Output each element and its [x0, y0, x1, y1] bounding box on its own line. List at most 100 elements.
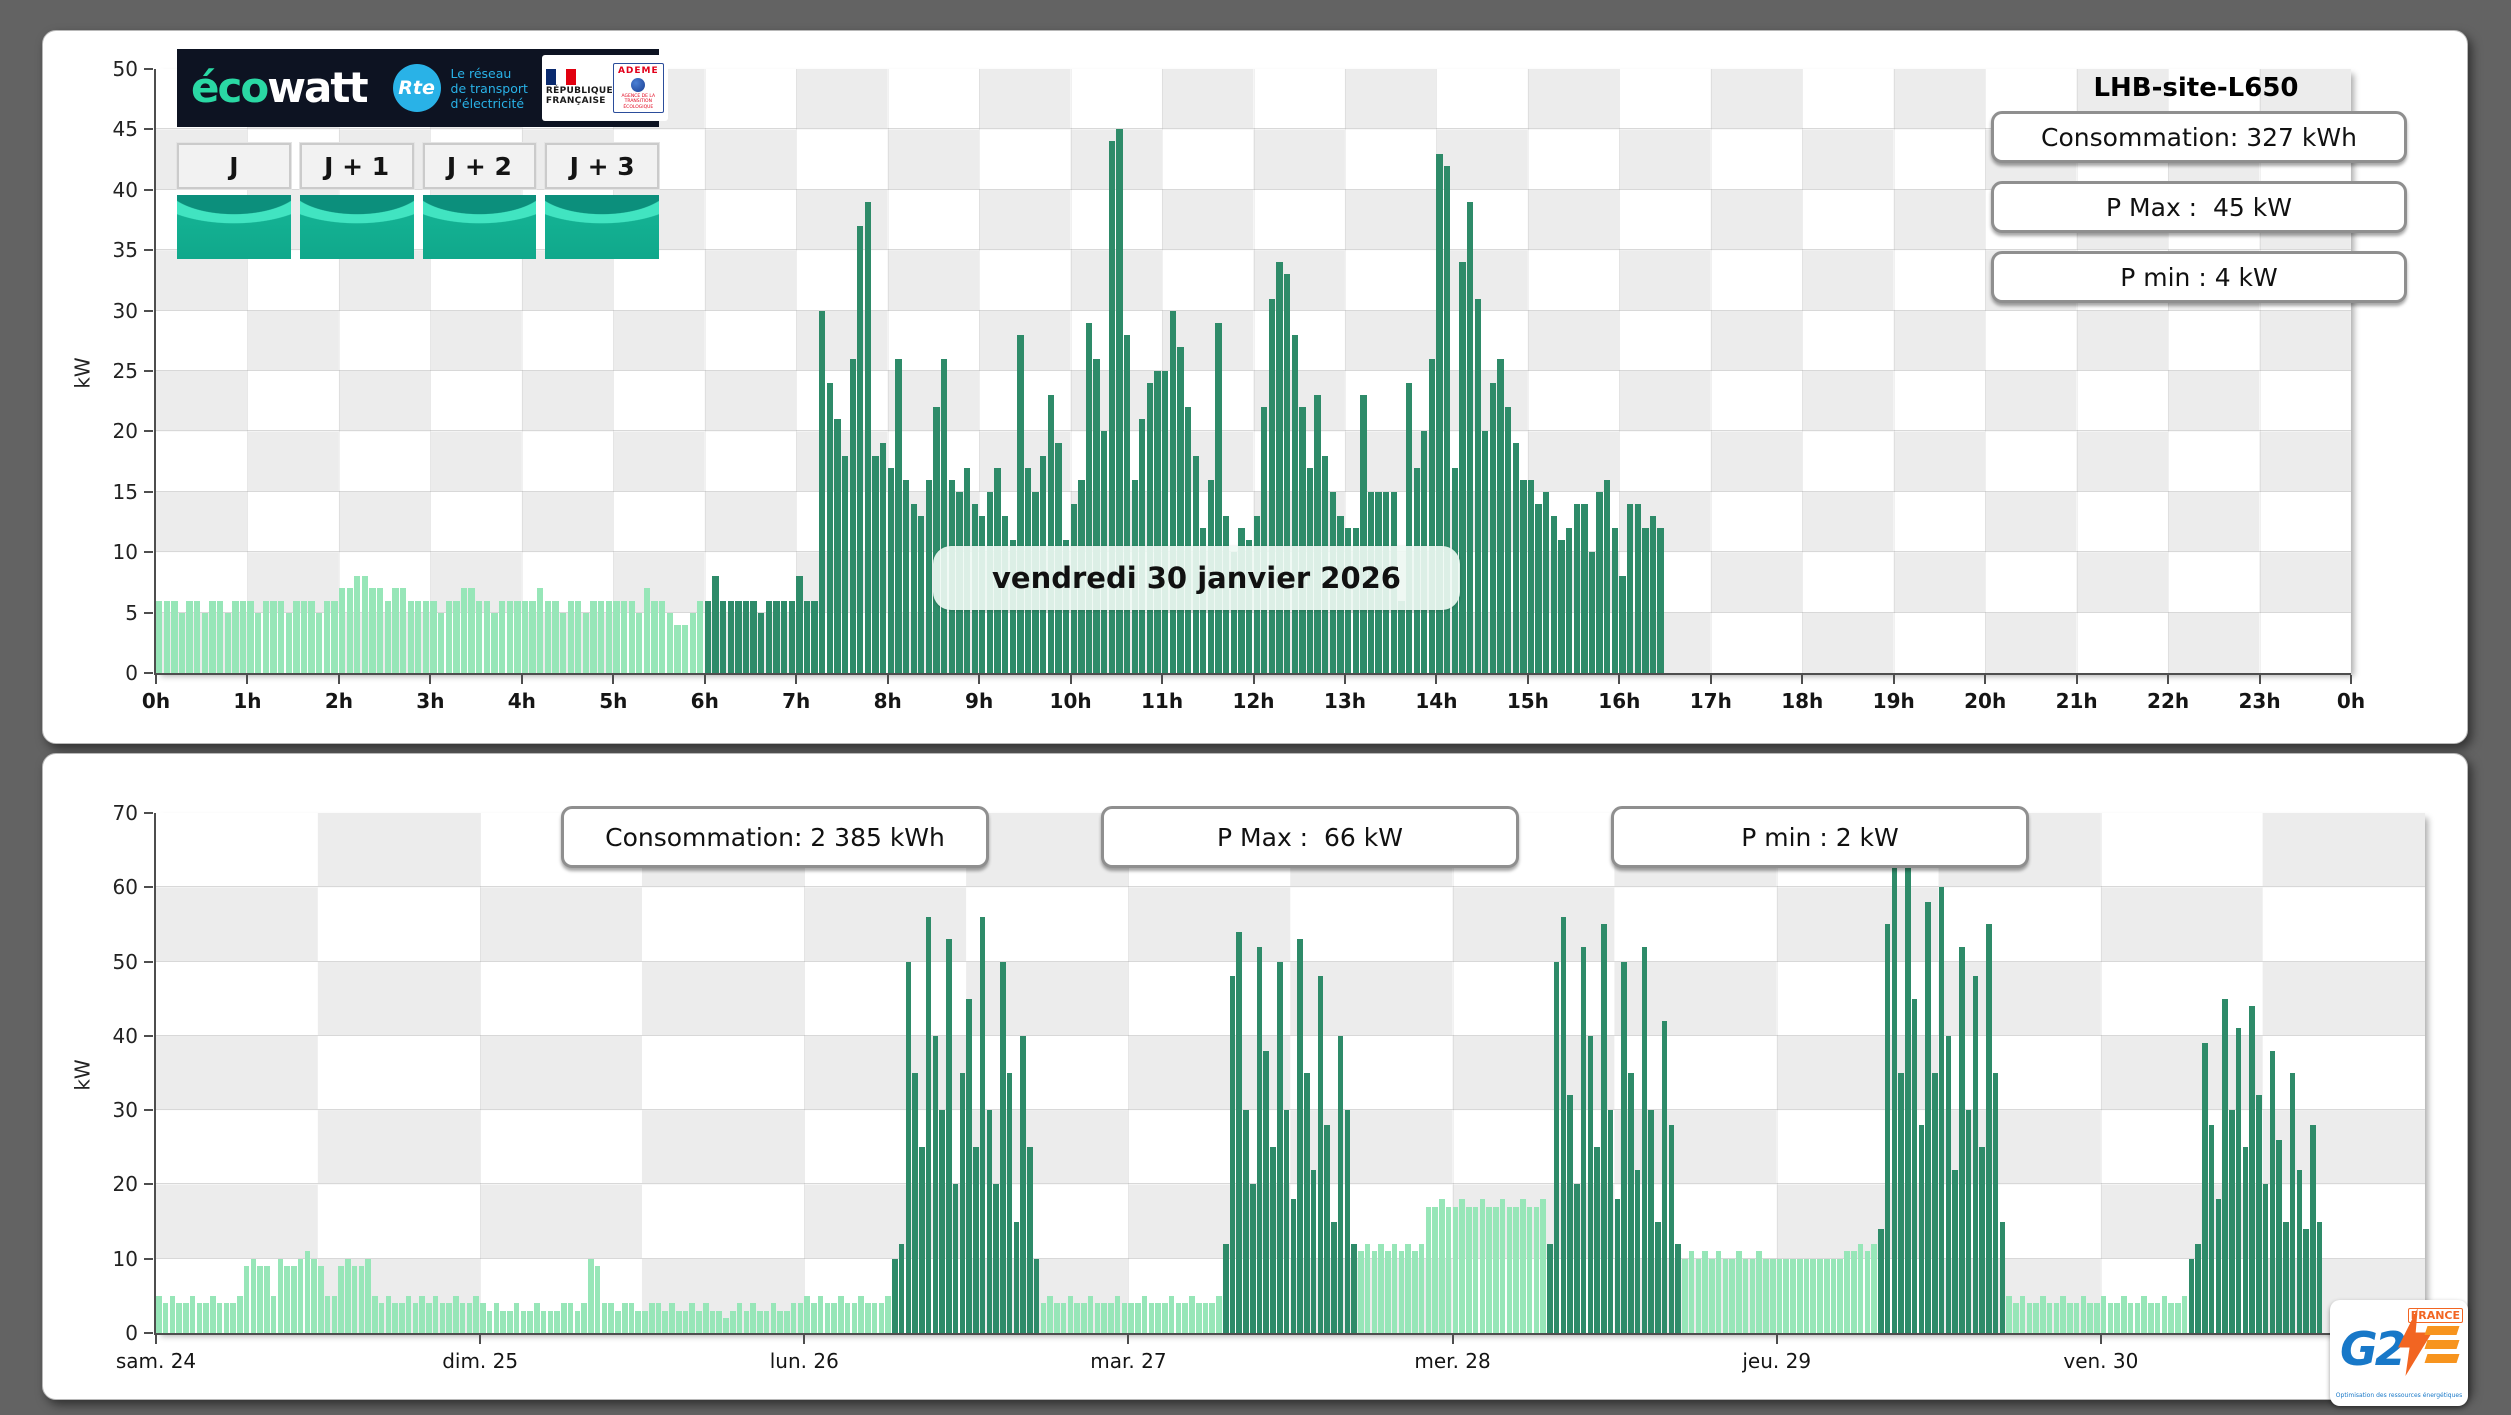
x-tick-label: 16h	[1598, 689, 1641, 713]
bar	[540, 1310, 547, 1333]
bar	[1505, 407, 1512, 673]
bar	[1385, 1251, 1391, 1333]
bar	[1195, 1303, 1202, 1333]
bar	[1169, 310, 1176, 673]
bar	[439, 1303, 446, 1333]
bar	[378, 1303, 385, 1333]
bar	[1905, 842, 1911, 1333]
x-tick	[155, 675, 157, 684]
bar	[2026, 1303, 2033, 1333]
x-tick-label: 1h	[233, 689, 262, 713]
bar	[1249, 1184, 1256, 1333]
bar	[946, 939, 952, 1333]
rte-network-text: Le réseau de transport d'électricité	[451, 66, 528, 111]
bar	[216, 600, 224, 673]
bar	[736, 1303, 743, 1333]
x-tick	[1775, 1335, 1778, 1344]
bar	[1634, 503, 1641, 673]
h-gridline	[156, 886, 2425, 888]
ecowatt-gauge-1[interactable]	[299, 195, 414, 259]
bar	[590, 600, 597, 673]
v-gridline	[1710, 69, 1712, 673]
bar	[941, 358, 948, 673]
bar	[1067, 1295, 1074, 1333]
bar	[773, 600, 780, 673]
bar	[1594, 1147, 1600, 1333]
bar	[304, 1251, 311, 1333]
bar	[1938, 887, 1945, 1333]
bar	[270, 1295, 277, 1333]
bar	[621, 1303, 628, 1333]
bar	[297, 1258, 304, 1333]
bar	[2060, 1295, 2066, 1333]
ecowatt-gauge-0[interactable]	[177, 195, 291, 259]
bar	[1094, 1303, 1101, 1333]
bar	[2222, 998, 2228, 1333]
ecowatt-watt-text: watt	[267, 63, 368, 112]
bar	[351, 1266, 358, 1333]
bar	[1655, 1221, 1661, 1333]
bar	[345, 1258, 351, 1333]
ecowatt-gauge-2[interactable]	[422, 195, 537, 259]
bar	[1533, 1206, 1540, 1333]
day-tab-2[interactable]: J + 2	[421, 142, 538, 190]
bar	[412, 1303, 419, 1333]
bar	[1844, 1251, 1850, 1333]
bar	[527, 1310, 533, 1333]
bar	[1649, 515, 1657, 673]
x-tick-label: 0h	[2336, 689, 2366, 713]
bar	[1506, 1206, 1513, 1333]
day-tab-0[interactable]: J	[176, 142, 292, 190]
v-gridline	[1893, 69, 1895, 673]
bar	[1474, 298, 1481, 673]
bar	[1162, 1303, 1168, 1333]
bar	[651, 600, 658, 673]
bar	[237, 1295, 243, 1333]
bar	[1642, 528, 1649, 673]
bar	[1817, 1258, 1823, 1333]
bar	[1299, 407, 1306, 673]
day-tab-3[interactable]: J + 3	[544, 142, 660, 190]
bar	[1425, 1206, 1432, 1333]
bar	[277, 600, 285, 673]
bar	[1074, 1303, 1080, 1333]
bar	[430, 600, 437, 673]
bar	[534, 1303, 540, 1333]
bar	[905, 961, 912, 1333]
bar	[643, 588, 651, 673]
bar	[2316, 1221, 2323, 1333]
stat-badge: P min : 4 kW	[1991, 251, 2407, 303]
site-id-title: LHB-site-L650	[2093, 73, 2299, 103]
bar	[689, 1303, 696, 1333]
bar	[2087, 1303, 2093, 1333]
bar	[2141, 1295, 2147, 1333]
bar	[1101, 1303, 1107, 1333]
x-tick	[1892, 675, 1895, 684]
bar	[1291, 334, 1298, 673]
bar	[1466, 201, 1474, 673]
day-tab-1[interactable]: J + 1	[298, 142, 415, 190]
bar	[2100, 1295, 2107, 1333]
republique-francaise-logo: RÉPUBLIQUE FRANÇAISE	[545, 69, 613, 107]
bar	[2013, 1303, 2019, 1333]
bar	[932, 1035, 939, 1333]
y-tick-label: 15	[112, 479, 138, 504]
bar	[1493, 1206, 1499, 1333]
bar	[1574, 1184, 1580, 1333]
bar	[324, 1295, 331, 1333]
bar	[2073, 1303, 2080, 1333]
bar	[1688, 1251, 1695, 1333]
bar	[338, 1266, 344, 1333]
bar	[1189, 1295, 1195, 1333]
y-tick-label: 20	[112, 419, 138, 444]
bar	[308, 600, 315, 673]
bar	[601, 1303, 608, 1333]
bar	[331, 1295, 338, 1333]
bar	[1261, 407, 1268, 673]
x-tick-label: 4h	[507, 689, 536, 713]
bar	[1418, 1243, 1425, 1333]
ecowatt-gauge-3[interactable]	[545, 195, 659, 259]
bar	[1790, 1258, 1796, 1333]
bar	[831, 1303, 837, 1333]
x-tick	[246, 675, 249, 684]
